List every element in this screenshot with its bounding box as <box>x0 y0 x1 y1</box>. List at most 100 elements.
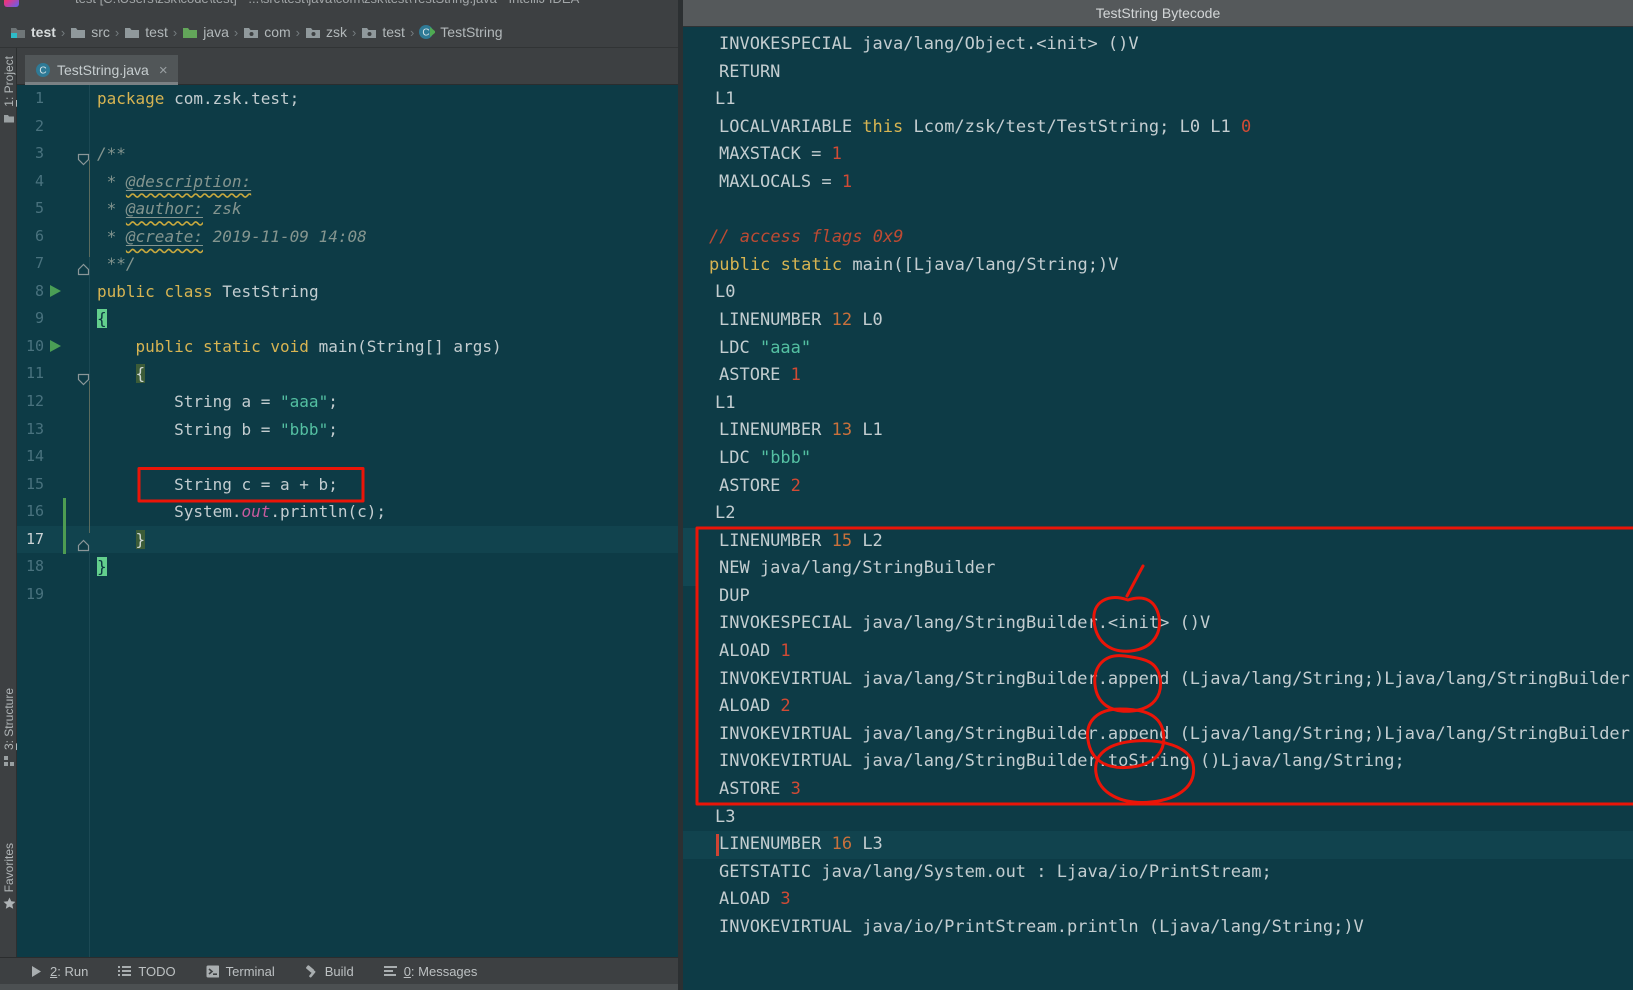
bytecode-line[interactable]: ALOAD 3 <box>683 886 1633 914</box>
bytecode-line[interactable]: ALOAD 1 <box>683 638 1633 666</box>
bytecode-line[interactable]: LINENUMBER 15 L2 <box>683 528 1633 556</box>
line-number: 10 <box>17 333 44 361</box>
bytecode-line[interactable]: INVOKEVIRTUAL java/lang/StringBuilder.ap… <box>683 666 1633 694</box>
code-line-6[interactable]: 6 * @create: 2019-11-09 14:08 <box>17 223 682 251</box>
bytecode-line[interactable]: NEW java/lang/StringBuilder <box>683 555 1633 583</box>
toolwindow-button-label: Terminal <box>226 964 275 979</box>
breadcrumb-label: test <box>382 24 405 40</box>
bytecode-line[interactable]: GETSTATIC java/lang/System.out : Ljava/i… <box>683 859 1633 887</box>
code-line-18[interactable]: 18} <box>17 553 682 581</box>
breadcrumb-item-com[interactable]: com <box>243 24 290 40</box>
code-line-8[interactable]: 8 public class TestString <box>17 278 682 306</box>
stripe-button-project[interactable]: 1: Project <box>0 56 17 124</box>
breadcrumb-label: test <box>145 24 168 40</box>
fold-marker-icon[interactable] <box>77 147 90 160</box>
bytecode-line[interactable]: L1 <box>683 86 1633 114</box>
toolwindow-button-terminal[interactable]: Terminal <box>206 964 275 979</box>
code-line-11[interactable]: 11 { <box>17 360 682 388</box>
run-gutter-icon[interactable] <box>50 340 61 352</box>
code-text: String b = "bbb"; <box>97 416 338 444</box>
bytecode-line[interactable]: L2 <box>683 500 1633 528</box>
code-line-17[interactable]: 17 } <box>17 526 682 554</box>
bytecode-line[interactable]: L3 <box>683 804 1633 832</box>
breadcrumb-item-src[interactable]: src <box>70 24 110 40</box>
svg-text:C: C <box>39 66 46 77</box>
code-line-16[interactable]: 16 System.out.println(c); <box>17 498 682 526</box>
code-line-3[interactable]: 3/** <box>17 140 682 168</box>
code-text: package com.zsk.test; <box>97 85 299 113</box>
bytecode-line[interactable]: L0 <box>683 279 1633 307</box>
line-number: 18 <box>17 553 44 581</box>
bytecode-line[interactable]: LINENUMBER 16 L3 <box>683 831 1633 859</box>
breadcrumb-item-test[interactable]: test <box>124 24 168 40</box>
bytecode-line[interactable]: MAXSTACK = 1 <box>683 141 1633 169</box>
bytecode-line[interactable]: ASTORE 1 <box>683 362 1633 390</box>
bytecode-line[interactable]: LINENUMBER 13 L1 <box>683 417 1633 445</box>
fold-marker-icon[interactable] <box>77 533 90 546</box>
code-line-15[interactable]: 15 String c = a + b; <box>17 471 682 499</box>
code-text: public class TestString <box>97 278 319 306</box>
toolwindow-button-build[interactable]: Build <box>305 964 354 979</box>
bytecode-line[interactable]: INVOKESPECIAL java/lang/Object.<init> ()… <box>683 31 1633 59</box>
code-line-10[interactable]: 10 public static void main(String[] args… <box>17 333 682 361</box>
code-text: { <box>97 360 145 388</box>
bytecode-line[interactable]: LDC "aaa" <box>683 335 1633 363</box>
bytecode-line[interactable]: INVOKEVIRTUAL java/lang/StringBuilder.to… <box>683 748 1633 776</box>
toolwindow-button-label: Build <box>325 964 354 979</box>
code-line-7[interactable]: 7 **/ <box>17 250 682 278</box>
bytecode-line[interactable]: public static main([Ljava/lang/String;)V <box>683 252 1633 280</box>
breadcrumb-item-test[interactable]: test <box>361 24 405 40</box>
breadcrumb-item-java[interactable]: java <box>182 24 229 40</box>
bytecode-line[interactable] <box>683 197 1633 225</box>
breadcrumb-item-zsk[interactable]: zsk <box>305 24 347 40</box>
toolwindow-button-run[interactable]: 2: Run <box>30 964 88 979</box>
bytecode-line[interactable]: INVOKEVIRTUAL java/io/PrintStream.printl… <box>683 914 1633 942</box>
bytecode-line[interactable]: INVOKESPECIAL java/lang/StringBuilder.<i… <box>683 610 1633 638</box>
code-line-19[interactable]: 19 <box>17 581 682 609</box>
bytecode-line[interactable]: INVOKEVIRTUAL java/lang/StringBuilder.ap… <box>683 721 1633 749</box>
code-text: * @author: zsk <box>97 195 242 223</box>
fold-marker-icon[interactable] <box>77 367 90 380</box>
line-number: 8 <box>17 278 44 306</box>
breadcrumb: test›src›test›java›com›zsk›test›CTestStr… <box>0 17 682 48</box>
bytecode-line[interactable]: LINENUMBER 12 L0 <box>683 307 1633 335</box>
code-text: **/ <box>97 250 136 278</box>
bytecode-line[interactable]: RETURN <box>683 59 1633 87</box>
breadcrumb-item-test[interactable]: test <box>10 24 56 40</box>
bytecode-line[interactable]: LDC "bbb" <box>683 445 1633 473</box>
class-icon: C <box>35 62 51 78</box>
code-line-12[interactable]: 12 String a = "aaa"; <box>17 388 682 416</box>
bytecode-line[interactable]: L1 <box>683 390 1633 418</box>
toolwindow-button-messages[interactable]: 0: Messages <box>384 964 478 979</box>
bytecode-line[interactable]: ALOAD 2 <box>683 693 1633 721</box>
bytecode-line[interactable]: ASTORE 2 <box>683 473 1633 501</box>
code-line-5[interactable]: 5 * @author: zsk <box>17 195 682 223</box>
code-line-9[interactable]: 9{ <box>17 305 682 333</box>
code-line-14[interactable]: 14 <box>17 443 682 471</box>
line-number: 14 <box>17 443 44 471</box>
code-line-2[interactable]: 2 <box>17 113 682 141</box>
code-editor[interactable]: 1package com.zsk.test;23/**4 * @descript… <box>17 85 682 957</box>
stripe-button-favorites[interactable]: Favorites <box>0 843 17 909</box>
breadcrumb-item-TestString[interactable]: CTestString <box>419 24 502 40</box>
fold-marker-icon[interactable] <box>77 257 90 270</box>
tab-teststring-java[interactable]: C TestString.java × <box>25 55 178 85</box>
messages-icon <box>384 965 397 978</box>
bytecode-line[interactable]: MAXLOCALS = 1 <box>683 169 1633 197</box>
stripe-button-structure[interactable]: 3: Structure <box>0 688 17 767</box>
close-icon[interactable]: × <box>159 62 168 79</box>
bytecode-line[interactable]: DUP <box>683 583 1633 611</box>
bytecode-line[interactable]: LOCALVARIABLE this Lcom/zsk/test/TestStr… <box>683 114 1633 142</box>
breadcrumb-label: zsk <box>326 24 347 40</box>
toolwindow-button-todo[interactable]: TODO <box>118 964 175 979</box>
folder-green-icon <box>182 24 198 40</box>
bytecode-line[interactable]: // access flags 0x9 <box>683 224 1633 252</box>
bytecode-content[interactable]: INVOKESPECIAL java/lang/Object.<init> ()… <box>683 27 1633 990</box>
code-line-1[interactable]: 1package com.zsk.test; <box>17 85 682 113</box>
code-line-4[interactable]: 4 * @description: <box>17 168 682 196</box>
status-bar-strip <box>0 984 682 990</box>
code-text: String a = "aaa"; <box>97 388 338 416</box>
bytecode-line[interactable]: ASTORE 3 <box>683 776 1633 804</box>
code-line-13[interactable]: 13 String b = "bbb"; <box>17 416 682 444</box>
run-gutter-icon[interactable] <box>50 285 61 297</box>
